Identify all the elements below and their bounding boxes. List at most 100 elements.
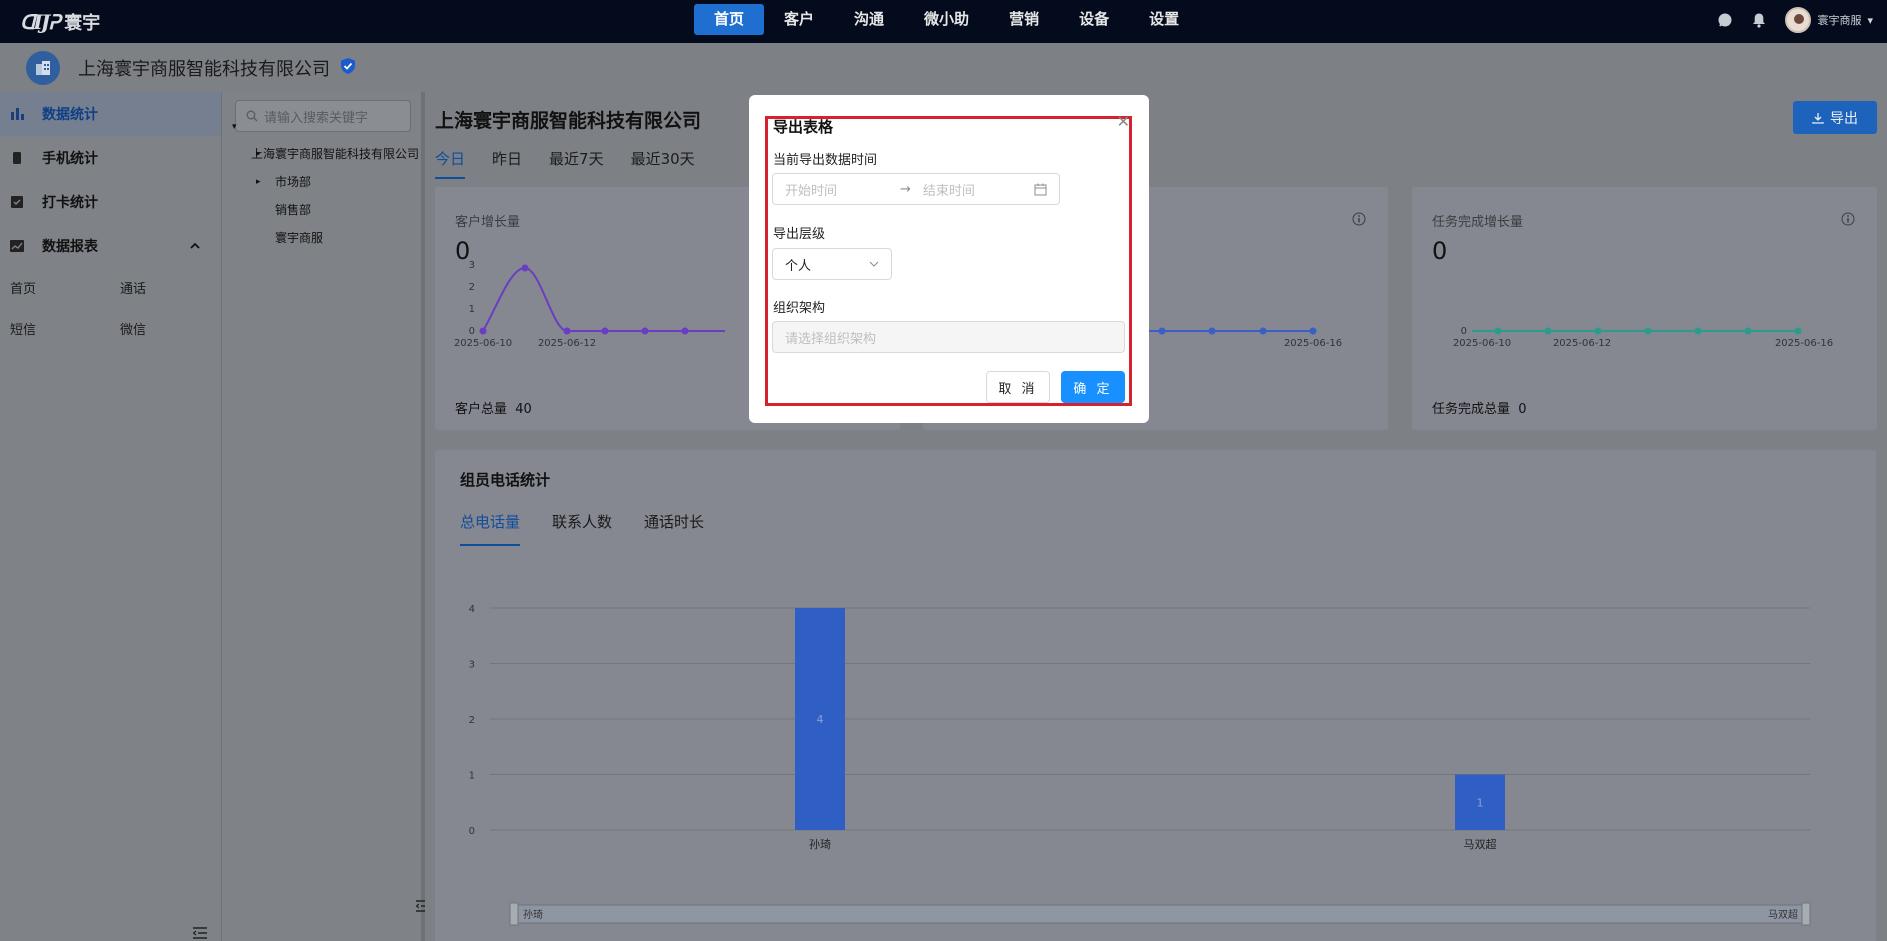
phone-icon — [13, 152, 21, 164]
submenu-wechat[interactable]: 微信 — [120, 319, 230, 338]
page-title: 上海寰宇商服智能科技有限公司 — [435, 110, 702, 132]
y-tick-label: 2 — [469, 715, 475, 726]
nav-item-home[interactable]: 首页 — [694, 4, 765, 35]
user-menu[interactable]: 寰宇商服 ▾ — [1785, 7, 1873, 33]
zoom-handle-left — [509, 902, 519, 926]
task-growth-sparkline: 0 2025-06-10 2025-06-12 2025-06-16 — [1453, 326, 1833, 347]
bar-value-label: 1 — [1477, 796, 1484, 809]
end-time-input[interactable]: 结束时间 — [923, 180, 1034, 199]
x-tick: 2025-06-10 — [454, 338, 512, 347]
tree-node-market[interactable]: 市场部 — [275, 173, 311, 190]
org-label: 组织架构 — [773, 301, 826, 316]
main-nav: 首页 客户 沟通 微小助 营销 设备 设置 — [694, 4, 1199, 35]
nav-item-assistant[interactable]: 微小助 — [904, 4, 989, 35]
confirm-button[interactable]: 确 定 — [1061, 371, 1125, 403]
y-tick: 0 — [469, 326, 475, 337]
main-content: 上海寰宇商服智能科技有限公司 今日 昨日 最近7天 最近30天 导出 客户增长量… — [425, 92, 1887, 941]
task-growth-card: 任务完成增长量 0 0 2025-06-10 2025-06-12 2025-0… — [1412, 187, 1877, 430]
zoom-slider — [509, 904, 1811, 924]
logo-mark-icon: ᗡIJᕈ — [20, 10, 60, 34]
caret-right-icon[interactable]: ▸ — [256, 177, 261, 187]
tab-last-30-days[interactable]: 最近30天 — [631, 148, 695, 179]
tree-search-input[interactable]: 请输入搜索关键字 — [235, 100, 411, 132]
company-bar: 上海寰宇商服智能科技有限公司 — [0, 43, 1887, 92]
report-submenu: 首页 通话 短信 微信 — [0, 278, 221, 338]
caret-right-icon[interactable]: ▸ — [256, 149, 261, 159]
card-total: 客户总量 40 — [455, 402, 532, 417]
level-select[interactable]: 个人 — [772, 248, 892, 280]
sidebar-item-data-reports[interactable]: 数据报表 — [0, 224, 221, 268]
info-icon[interactable] — [1352, 212, 1366, 230]
chat-icon[interactable] — [1717, 12, 1733, 28]
sidebar-item-label: 打卡统计 — [42, 195, 98, 211]
sidebar-item-data-stats[interactable]: 数据统计 — [0, 92, 221, 136]
y-tick: 3 — [469, 260, 475, 271]
tree-node-root[interactable]: 上海寰宇商服智能科技有限公司 — [251, 145, 425, 162]
org-select[interactable]: 请选择组织架构 — [772, 321, 1125, 353]
y-tick: 2 — [469, 282, 475, 293]
date-range-picker[interactable]: 开始时间 → 结束时间 — [772, 173, 1060, 205]
cancel-button[interactable]: 取 消 — [986, 371, 1050, 403]
nav-item-devices[interactable]: 设备 — [1059, 4, 1129, 35]
tab-last-7-days[interactable]: 最近7天 — [549, 148, 604, 179]
calendar-icon — [1034, 183, 1047, 195]
y-tick-label: 4 — [469, 604, 475, 615]
level-value: 个人 — [785, 258, 812, 274]
search-icon — [246, 110, 258, 122]
x-tick-label: 孙琦 — [809, 838, 831, 851]
submenu-sms[interactable]: 短信 — [10, 319, 120, 338]
y-tick-label: 0 — [469, 826, 475, 837]
x-tick: 2025-06-10 — [1453, 338, 1511, 347]
x-tick: 2025-06-16 — [1284, 338, 1342, 347]
zoom-handle-right — [1801, 902, 1811, 926]
avatar — [1785, 7, 1812, 33]
building-icon — [26, 50, 60, 85]
card-total: 任务完成总量 0 — [1432, 402, 1527, 417]
sidebar: 数据统计 手机统计 打卡统计 数据报表 首页 通话 短信 微信 — [0, 92, 222, 941]
bar-value-label: 4 — [817, 713, 824, 726]
zoom-label-start: 孙琦 — [523, 908, 543, 921]
chevron-down-icon — [869, 261, 879, 267]
logo[interactable]: ᗡIJᕈ 寰宇 — [20, 9, 100, 35]
export-button[interactable]: 导出 — [1793, 101, 1877, 134]
caret-down-icon: ▾ — [1867, 13, 1873, 27]
username: 寰宇商服 — [1817, 14, 1862, 27]
sidebar-item-checkin-stats[interactable]: 打卡统计 — [0, 180, 221, 224]
card-label: 任务完成增长量 — [1432, 215, 1524, 230]
line-chart-icon — [10, 240, 24, 252]
collapse-menu-icon[interactable] — [192, 927, 207, 941]
date-tabs: 今日 昨日 最近7天 最近30天 — [435, 148, 695, 179]
sidebar-item-phone-stats[interactable]: 手机统计 — [0, 136, 221, 180]
start-time-input[interactable]: 开始时间 — [785, 180, 900, 199]
submenu-home[interactable]: 首页 — [10, 278, 120, 297]
chevron-up-icon[interactable] — [190, 238, 200, 254]
nav-item-marketing[interactable]: 营销 — [989, 4, 1059, 35]
y-tick-label: 1 — [469, 771, 475, 782]
tab-yesterday[interactable]: 昨日 — [492, 148, 522, 179]
sidebar-item-label: 手机统计 — [42, 151, 98, 167]
submenu-calls[interactable]: 通话 — [120, 278, 230, 297]
close-icon[interactable]: ✕ — [1117, 112, 1130, 131]
top-navbar: ᗡIJᕈ 寰宇 首页 客户 沟通 微小助 营销 设备 设置 寰宇商服 ▾ — [0, 0, 1887, 43]
verified-shield-icon — [340, 57, 356, 79]
nav-item-customers[interactable]: 客户 — [764, 4, 834, 35]
nav-item-settings[interactable]: 设置 — [1129, 4, 1199, 35]
tree-node-huanyu[interactable]: 寰宇商服 — [275, 229, 323, 246]
dialog-title: 导出表格 — [773, 118, 834, 136]
tree-node-sales[interactable]: 销售部 — [275, 201, 311, 218]
caret-down-icon[interactable]: ▾ — [232, 122, 237, 132]
tab-today[interactable]: 今日 — [435, 148, 466, 179]
company-name: 上海寰宇商服智能科技有限公司 — [78, 58, 330, 80]
info-icon[interactable] — [1841, 212, 1855, 230]
x-tick: 2025-06-16 — [1775, 338, 1833, 347]
x-tick-label: 马双超 — [1464, 837, 1497, 851]
download-icon — [1812, 112, 1824, 124]
sidebar-item-label: 数据报表 — [42, 239, 98, 255]
y-tick: 0 — [1461, 326, 1467, 337]
call-bar-chart: 012344孙琦1马双超孙琦 马双超 — [469, 604, 1811, 926]
nav-item-communication[interactable]: 沟通 — [834, 4, 904, 35]
bell-icon[interactable] — [1751, 12, 1767, 28]
card-label: 客户增长量 — [455, 215, 521, 230]
member-call-stats: 组员电话统计 总电话量 联系人数 通话时长 0 1 2 3 4 4 孙琦 1 马双超 孙琦 马双超 — [435, 450, 1876, 941]
x-tick: 2025-06-12 — [1553, 338, 1611, 347]
